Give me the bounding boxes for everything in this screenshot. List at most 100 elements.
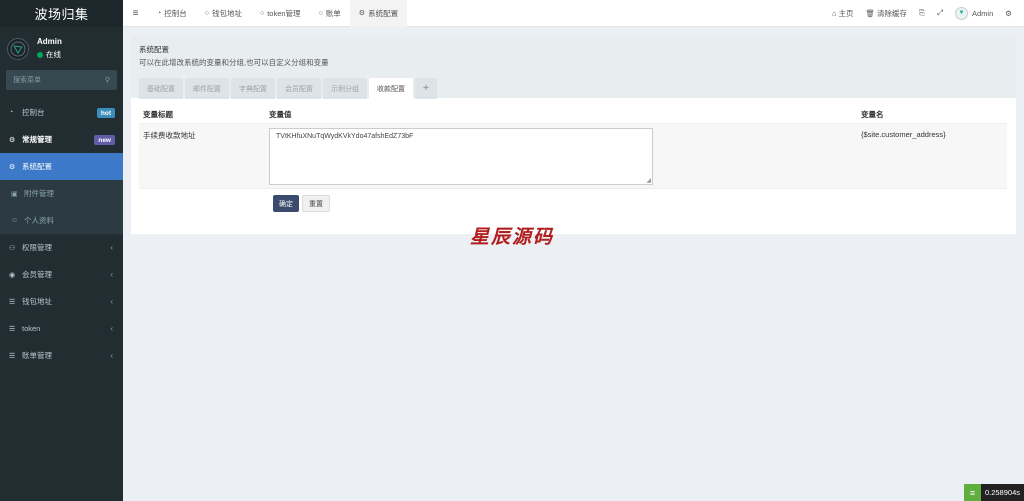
tab-bills[interactable]: ○ 账单 bbox=[310, 0, 350, 27]
resize-handle-icon[interactable]: ◢ bbox=[646, 177, 651, 184]
circle-icon: ○ bbox=[204, 9, 209, 17]
tab-basic-config[interactable]: 基础配置 bbox=[139, 78, 183, 99]
config-tabs: 基础配置 邮件配置 字典配置 会员配置 示例分组 收款配置 + bbox=[139, 78, 1008, 99]
tab-label: 系统配置 bbox=[368, 8, 399, 18]
sidebar-item-token[interactable]: ☰ token ‹ bbox=[0, 315, 123, 342]
header-value: 变量值 bbox=[269, 109, 292, 119]
config-panel: 系统配置 可以在此增改系统的变量和分组,也可以自定义分组和变量 基础配置 邮件配… bbox=[131, 36, 1016, 234]
sidebar-item-general[interactable]: ⚙ 常规管理 new bbox=[0, 126, 123, 153]
new-badge: new bbox=[94, 135, 115, 145]
app-logo[interactable]: 波场归集 bbox=[0, 0, 123, 27]
tab-system-config[interactable]: ⚙ 系统配置 bbox=[349, 0, 408, 27]
page-description: 可以在此增改系统的变量和分组,也可以自定义分组和变量 bbox=[139, 58, 329, 67]
sidebar-item-label: 常规管理 bbox=[22, 135, 52, 144]
user-circle-icon: ◉ bbox=[9, 271, 16, 279]
tab-token[interactable]: ○ token管理 bbox=[251, 0, 310, 27]
sidebar-item-label: token bbox=[22, 324, 41, 333]
sidebar-item-label: 控制台 bbox=[22, 108, 45, 117]
admin-label: Admin bbox=[972, 8, 994, 18]
tab-label: token管理 bbox=[267, 8, 301, 18]
address-value-textarea[interactable]: TVtKHfuXNuTqWydKVkYdo47afshEdZ73bF ◢ bbox=[269, 128, 653, 185]
search-icon[interactable]: ⚲ bbox=[105, 76, 110, 84]
list-icon: ☰ bbox=[9, 352, 16, 360]
chevron-left-icon: ‹ bbox=[110, 243, 113, 252]
reset-button[interactable]: 重置 bbox=[302, 195, 330, 212]
circle-icon: ○ bbox=[259, 9, 265, 17]
topbar: ≡ ◔ 控制台 ○ 钱包地址 ○ token管理 ○ 账单 ⚙ 系统配置 ⌂ 主… bbox=[123, 0, 1024, 27]
menu-toggle-icon[interactable]: ≡ bbox=[123, 8, 148, 19]
home-icon: ⌂ bbox=[831, 8, 837, 18]
home-link[interactable]: ⌂ 主页 bbox=[826, 8, 860, 19]
hot-badge: hot bbox=[96, 108, 115, 118]
chevron-left-icon: ‹ bbox=[110, 324, 113, 333]
sidebar: 波场归集 Admin 在线 搜索菜单 ⚲ ◔ 控制台 hot ⚙ 常规管理 ne… bbox=[0, 0, 123, 501]
panel-header: 系统配置 可以在此增改系统的变量和分组,也可以自定义分组和变量 基础配置 邮件配… bbox=[131, 36, 1016, 99]
tab-label: 钱包地址 bbox=[211, 8, 242, 18]
dashboard-icon: ◔ bbox=[157, 9, 162, 17]
sidebar-item-members[interactable]: ◉ 会员管理 ‹ bbox=[0, 261, 123, 288]
sidebar-item-dashboard[interactable]: ◔ 控制台 hot bbox=[0, 99, 123, 126]
tab-member-config[interactable]: 会员配置 bbox=[277, 78, 321, 99]
trace-timer[interactable]: ≡ 0.258904s bbox=[963, 484, 1024, 501]
chevron-left-icon: ‹ bbox=[110, 297, 113, 306]
clear-cache-label: 清除缓存 bbox=[877, 8, 907, 18]
tab-payment-config[interactable]: 收款配置 bbox=[369, 78, 413, 99]
config-table: 变量标题 变量值 变量名 手续费收款地址 TVtKHfuXNuTqWydKVkY… bbox=[139, 105, 1007, 189]
table-row: 手续费收款地址 TVtKHfuXNuTqWydKVkYdo47afshEdZ73… bbox=[139, 124, 1007, 189]
sidebar-item-profile[interactable]: ☺ 个人资料 bbox=[0, 207, 123, 234]
sidebar-item-system-config[interactable]: ⚙ 系统配置 bbox=[0, 153, 123, 180]
row-variable-name: {$site.customer_address} bbox=[861, 130, 946, 139]
dashboard-icon: ◔ bbox=[9, 109, 14, 116]
sidebar-item-permissions[interactable]: ⚇ 权限管理 ‹ bbox=[0, 234, 123, 261]
clear-cache-button[interactable]: 🗑︎ 清除缓存 bbox=[859, 8, 913, 19]
user-panel: Admin 在线 bbox=[0, 30, 123, 67]
sidebar-item-label: 钱包地址 bbox=[22, 297, 52, 306]
sidebar-item-bills[interactable]: ☰ 账单管理 ‹ bbox=[0, 342, 123, 369]
menu-search-input[interactable]: 搜索菜单 ⚲ bbox=[6, 70, 117, 90]
sidebar-item-label: 附件管理 bbox=[24, 189, 54, 198]
tab-dashboard[interactable]: ◔ 控制台 bbox=[148, 0, 196, 27]
user-status: 在线 bbox=[37, 49, 62, 60]
circle-icon: ○ bbox=[318, 9, 323, 17]
gear-icon: ⚙ bbox=[358, 10, 366, 17]
admin-menu[interactable]: ▼ Admin bbox=[949, 6, 999, 20]
group-icon: ⚇ bbox=[9, 244, 16, 252]
address-value: TVtKHfuXNuTqWydKVkYdo47afshEdZ73bF bbox=[276, 133, 414, 140]
tab-label: 账单 bbox=[325, 8, 341, 18]
sidebar-item-label: 个人资料 bbox=[24, 216, 54, 225]
tab-label: 控制台 bbox=[164, 8, 187, 18]
add-tab-button[interactable]: + bbox=[415, 78, 437, 99]
cogs-icon: ⚙ bbox=[9, 136, 16, 144]
sidebar-item-label: 账单管理 bbox=[22, 351, 52, 360]
watermark-text: 星辰源码 bbox=[470, 226, 555, 248]
avatar bbox=[7, 37, 29, 60]
debug-icon: ≡ bbox=[963, 484, 981, 501]
form-actions: 确定 重置 bbox=[273, 195, 333, 212]
sidebar-item-attachments[interactable]: ▣ 附件管理 bbox=[0, 180, 123, 207]
user-status-label: 在线 bbox=[46, 50, 61, 59]
sidebar-item-label: 权限管理 bbox=[22, 243, 52, 252]
confirm-button[interactable]: 确定 bbox=[273, 195, 299, 212]
page-title: 系统配置 bbox=[139, 45, 169, 54]
tab-example-group[interactable]: 示例分组 bbox=[323, 78, 367, 99]
user-name: Admin bbox=[37, 37, 62, 46]
admin-avatar: ▼ bbox=[955, 6, 968, 20]
tab-dictionary-config[interactable]: 字典配置 bbox=[231, 78, 275, 99]
header-title: 变量标题 bbox=[143, 109, 173, 119]
fullscreen-icon[interactable]: ⤢ bbox=[931, 8, 949, 18]
trash-icon: 🗑︎ bbox=[865, 8, 875, 18]
tron-logo-icon bbox=[10, 41, 26, 56]
sidebar-menu: ◔ 控制台 hot ⚙ 常规管理 new ⚙ 系统配置 ▣ 附件管理 ☺ 个人资… bbox=[0, 99, 123, 369]
language-icon[interactable]: ⎘ bbox=[913, 8, 931, 18]
menu-search-placeholder: 搜索菜单 bbox=[13, 77, 41, 84]
tab-email-config[interactable]: 邮件配置 bbox=[185, 78, 229, 99]
row-title: 手续费收款地址 bbox=[143, 131, 196, 140]
sidebar-item-label: 系统配置 bbox=[22, 162, 52, 171]
chevron-left-icon: ‹ bbox=[110, 270, 113, 279]
tab-wallets[interactable]: ○ 钱包地址 bbox=[196, 0, 251, 27]
image-icon: ▣ bbox=[11, 190, 18, 198]
settings-gear-icon[interactable]: ⚙ bbox=[999, 9, 1018, 18]
list-icon: ☰ bbox=[9, 325, 16, 333]
sidebar-item-wallets[interactable]: ☰ 钱包地址 ‹ bbox=[0, 288, 123, 315]
sidebar-item-label: 会员管理 bbox=[22, 270, 52, 279]
